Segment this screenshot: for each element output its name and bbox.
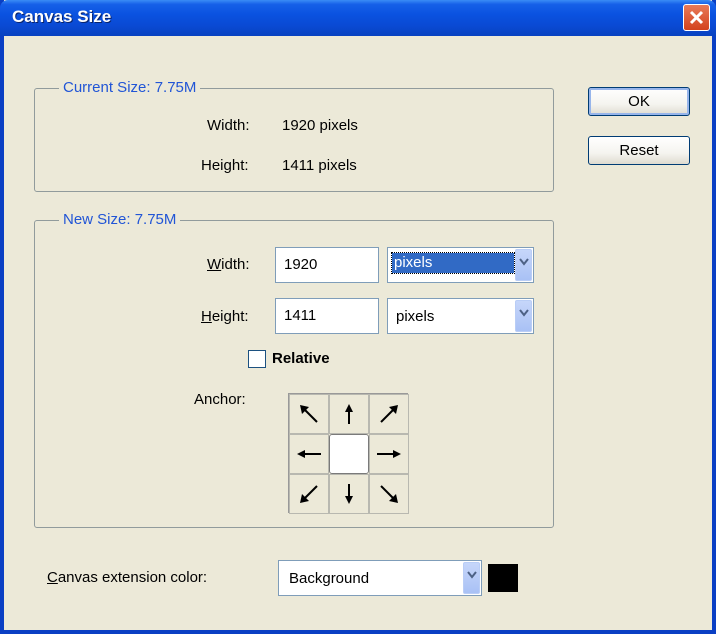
anchor-bottom[interactable] <box>329 474 369 514</box>
dialog-title: Canvas Size <box>12 7 112 26</box>
arrow-down-left-icon <box>300 485 318 503</box>
anchor-grid <box>288 393 409 514</box>
current-height-label: Height: <box>201 157 249 174</box>
width-label: Width: <box>207 256 250 273</box>
height-input[interactable]: 1411 <box>275 298 379 334</box>
arrow-up-left-icon <box>300 405 318 423</box>
reset-button[interactable]: Reset <box>588 136 690 165</box>
current-width-label: Width: <box>207 117 250 134</box>
height-unit-value: pixels <box>396 308 435 325</box>
chevron-down-icon <box>467 571 477 579</box>
arrow-up-icon <box>345 404 353 424</box>
current-size-legend: Current Size: 7.75M <box>59 79 201 96</box>
width-unit-value: pixels <box>391 252 515 274</box>
arrow-down-icon <box>345 484 353 504</box>
arrow-down-right-icon <box>380 485 398 503</box>
canvas-size-dialog: Canvas Size Current Size: 7.75M Width: 1… <box>0 0 716 634</box>
anchor-label: Anchor: <box>194 391 246 408</box>
width-label-text: idth: <box>221 256 250 273</box>
close-button[interactable] <box>683 4 710 31</box>
anchor-bottom-right[interactable] <box>369 474 409 514</box>
ok-button[interactable]: OK <box>588 87 690 116</box>
extension-color-swatch[interactable] <box>488 564 518 592</box>
arrow-up-right-icon <box>380 405 398 423</box>
chevron-down-icon <box>519 258 529 266</box>
chevron-down-icon <box>519 309 529 317</box>
width-label-mnemonic: W <box>207 256 222 273</box>
extension-color-label-text: anvas extension color: <box>57 569 208 586</box>
height-label-text: eight: <box>211 308 249 325</box>
extension-color-select[interactable]: Background <box>278 560 482 596</box>
relative-label[interactable]: Relative <box>272 350 330 367</box>
extension-color-label: Canvas extension color: <box>47 569 207 586</box>
current-size-group: Current Size: 7.75M <box>34 79 554 192</box>
width-unit-dropdown-button[interactable] <box>515 249 532 281</box>
new-size-legend: New Size: 7.75M <box>59 211 181 228</box>
height-label: Height: <box>201 308 249 325</box>
anchor-bottom-left[interactable] <box>289 474 329 514</box>
extension-color-mnemonic: C <box>47 569 58 586</box>
title-bar: Canvas Size <box>0 0 716 36</box>
relative-checkbox[interactable] <box>248 350 266 368</box>
current-height-value: 1411 pixels <box>282 157 357 174</box>
anchor-left[interactable] <box>289 434 329 474</box>
extension-color-dropdown-button[interactable] <box>463 562 480 594</box>
close-icon <box>689 10 704 25</box>
arrow-right-icon <box>377 450 401 458</box>
width-input[interactable]: 1920 <box>275 247 379 283</box>
anchor-center[interactable] <box>329 434 369 474</box>
anchor-right[interactable] <box>369 434 409 474</box>
height-unit-select[interactable]: pixels <box>387 298 534 334</box>
anchor-top-right[interactable] <box>369 394 409 434</box>
anchor-top-left[interactable] <box>289 394 329 434</box>
anchor-top[interactable] <box>329 394 369 434</box>
height-unit-dropdown-button[interactable] <box>515 300 532 332</box>
current-width-value: 1920 pixels <box>282 117 358 134</box>
extension-color-value: Background <box>289 570 370 587</box>
arrow-left-icon <box>297 450 321 458</box>
height-label-mnemonic: H <box>201 308 212 325</box>
width-unit-select[interactable]: pixels <box>387 247 534 283</box>
